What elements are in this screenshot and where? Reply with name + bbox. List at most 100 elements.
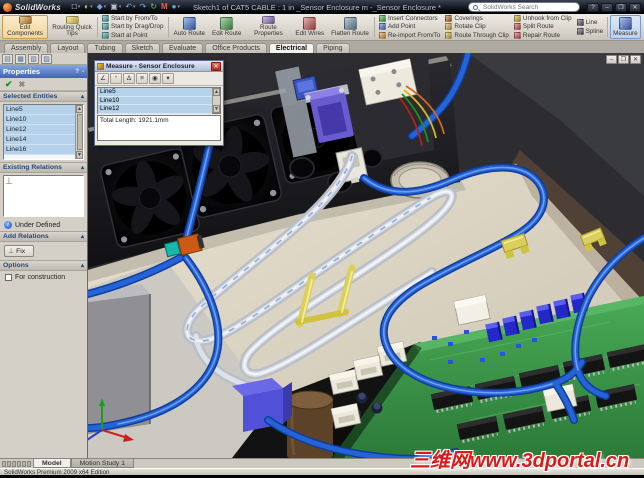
existing-relations-list[interactable]: ⊥	[3, 175, 84, 217]
tab-scroll-buttons[interactable]	[0, 459, 33, 468]
save-icon[interactable]: ◆ ▾	[97, 3, 107, 11]
repair-route-icon	[513, 31, 521, 39]
dropdown-icon[interactable]: ▾	[162, 73, 174, 84]
arc-measure-icon[interactable]: ∠	[97, 73, 109, 84]
start-by-from-to-button[interactable]: Start by From/To	[102, 15, 164, 23]
for-construction-label: For construction	[15, 274, 66, 281]
scroll-thumb[interactable]	[76, 114, 83, 150]
measure-close-icon[interactable]: ✕	[211, 61, 221, 71]
minimize-button[interactable]: –	[601, 2, 613, 12]
configuration-icon[interactable]: ▧	[28, 53, 39, 64]
repair-route-button[interactable]: Repair Route	[513, 31, 572, 39]
add-point-button[interactable]: Add Point	[378, 23, 440, 31]
start-route-group: Start by From/To Start by Drag/Drop Star…	[100, 15, 166, 39]
measure-selection-list[interactable]: Line5 Line10 Line12 ▲ ▼	[97, 87, 221, 114]
mate-icon[interactable]: M	[161, 3, 168, 11]
doc-close-button[interactable]: ✕	[630, 55, 641, 64]
list-item[interactable]: Line5	[4, 105, 75, 115]
spline-button[interactable]: Spline	[576, 27, 603, 36]
selected-entities-header[interactable]: Selected Entities ▴	[0, 91, 87, 102]
edit-route-button[interactable]: Edit Route	[209, 15, 244, 39]
standoff-tower[interactable]	[88, 284, 151, 434]
tab-piping[interactable]: Piping	[316, 43, 350, 53]
panel-pin-icon[interactable]: -	[82, 69, 84, 75]
scroll-up-icon[interactable]: ▲	[76, 105, 83, 113]
redo-icon[interactable]: ↷	[140, 3, 147, 11]
for-construction-checkbox[interactable]	[5, 274, 12, 281]
routing-quick-tips-button[interactable]: Routing Quick Tips	[49, 15, 95, 39]
doc-minimize-button[interactable]: –	[606, 55, 617, 64]
panel-help-icon[interactable]: ?	[75, 69, 79, 75]
list-item[interactable]: Line10	[4, 115, 75, 125]
feature-tree-icon[interactable]: ▤	[2, 53, 13, 64]
undo-icon[interactable]: ↶ ▾	[125, 3, 135, 11]
unhook-from-clip-button[interactable]: Unhook from Clip	[513, 15, 572, 23]
rebuild-icon[interactable]: ↻	[150, 3, 157, 11]
split-route-button[interactable]: Split Route	[513, 23, 572, 31]
list-item[interactable]: Line5	[98, 88, 212, 97]
options-header[interactable]: Options ▴	[0, 260, 87, 271]
tab-assembly[interactable]: Assembly	[4, 43, 49, 53]
start-at-point-button[interactable]: Start at Point	[102, 31, 164, 39]
scrollbar[interactable]: ▲ ▼	[75, 105, 83, 159]
routing-quick-tips-icon	[65, 16, 79, 24]
edit-components-button[interactable]: Edit Components	[2, 15, 48, 39]
ok-button[interactable]: ✔	[5, 79, 13, 90]
scrollbar[interactable]: ▲ ▼	[212, 88, 220, 113]
help-button[interactable]: ?	[587, 2, 599, 12]
measure-button[interactable]: Measure	[610, 15, 641, 39]
cancel-button[interactable]: ✖	[19, 80, 26, 89]
list-item[interactable]: Line10	[98, 96, 212, 105]
scroll-down-icon[interactable]: ▼	[76, 151, 83, 159]
list-item[interactable]: Line16	[4, 145, 75, 155]
tab-tubing[interactable]: Tubing	[87, 43, 123, 53]
edit-wires-button[interactable]: Edit Wires	[292, 15, 327, 39]
add-relations-header[interactable]: Add Relations ▴	[0, 231, 87, 242]
reimport-from-to-button[interactable]: Re-import From/To	[378, 31, 440, 39]
coverings-button[interactable]: Coverings	[445, 15, 509, 23]
scroll-down-icon[interactable]: ▼	[213, 105, 220, 113]
tab-electrical[interactable]: Electrical	[268, 43, 315, 53]
tab-evaluate[interactable]: Evaluate	[161, 43, 204, 53]
measure-dialog-titlebar[interactable]: Measure - Sensor Enclosure ✕	[95, 61, 223, 72]
tab-sketch[interactable]: Sketch	[124, 43, 160, 53]
rotate-clip-button[interactable]: Rotate Clip	[445, 23, 509, 31]
tab-model[interactable]: Model	[33, 459, 71, 468]
search-box[interactable]	[468, 2, 580, 12]
command-manager-ribbon: Edit Components Routing Quick Tips Start…	[0, 14, 644, 41]
route-properties-button[interactable]: Route Properties	[245, 15, 291, 39]
delta-xyz-icon[interactable]: Δ	[123, 73, 135, 84]
show-history-icon[interactable]: ≡	[136, 73, 148, 84]
auto-route-button[interactable]: Auto Route	[171, 15, 209, 39]
fix-relation-button[interactable]: ⊥ Fix	[4, 245, 34, 257]
tab-office-products[interactable]: Office Products	[205, 43, 267, 53]
appearance-icon[interactable]: ● ▾	[172, 3, 180, 11]
close-button[interactable]: ✕	[629, 2, 641, 12]
scroll-up-icon[interactable]: ▲	[213, 88, 220, 96]
list-item[interactable]: Line14	[4, 135, 75, 145]
list-item[interactable]: Line12	[4, 125, 75, 135]
display-pane-icon[interactable]: ▨	[41, 53, 52, 64]
doc-restore-button[interactable]: ❐	[618, 55, 629, 64]
list-item[interactable]: Line12	[98, 105, 212, 114]
center-to-center-icon[interactable]: ◉	[149, 73, 161, 84]
units-icon[interactable]: °	[110, 73, 122, 84]
line-button[interactable]: Line	[576, 19, 604, 27]
tab-motion-study[interactable]: Motion Study 1	[70, 459, 134, 468]
new-document-icon[interactable]: □ ▾	[72, 3, 80, 11]
tab-layout[interactable]: Layout	[50, 43, 86, 53]
search-input[interactable]	[481, 2, 575, 12]
measure-result: Total Length: 1921.1mm	[97, 115, 221, 141]
restore-button[interactable]: ❐	[615, 2, 627, 12]
route-through-clip-button[interactable]: Route Through Clip	[445, 31, 509, 39]
insert-connectors-button[interactable]: Insert Connectors	[378, 15, 440, 23]
start-by-drag-drop-button[interactable]: Start by Drag/Drop	[102, 23, 164, 31]
property-manager-icon[interactable]: ▦	[15, 53, 26, 64]
selected-entities-list[interactable]: Line5 Line10 Line12 Line14 Line16 ▲ ▼	[3, 104, 84, 160]
measure-dialog[interactable]: Measure - Sensor Enclosure ✕ ∠ ° Δ ≡ ◉ ▾…	[94, 60, 224, 146]
open-icon[interactable]: ◐ ▾	[84, 3, 92, 11]
flatten-route-button[interactable]: Flatten Route	[328, 15, 372, 39]
existing-relations-header[interactable]: Existing Relations ▴	[0, 162, 87, 173]
manager-tab-strip: ▤ ▦ ▧ ▨	[0, 53, 87, 65]
print-icon[interactable]: ▣ ▾	[110, 3, 121, 11]
